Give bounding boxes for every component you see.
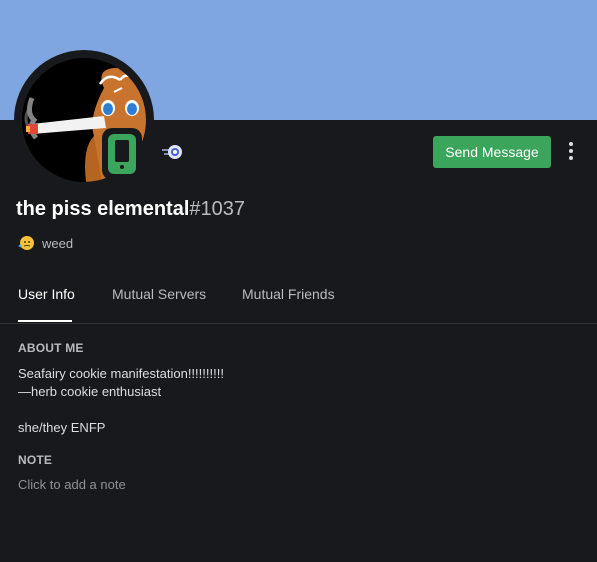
about-me-text: Seafairy cookie manifestation!!!!!!!!!! … bbox=[18, 366, 224, 435]
more-vertical-icon[interactable] bbox=[560, 140, 582, 164]
profile-tabs: User Info Mutual Servers Mutual Friends bbox=[0, 272, 597, 324]
profile-name: the piss elemental#1037 bbox=[16, 197, 245, 221]
note-heading: NOTE bbox=[18, 453, 53, 467]
hypesquad-badge-icon[interactable] bbox=[160, 142, 184, 162]
thinking-sweat-emoji-icon bbox=[18, 236, 34, 250]
active-tab-indicator bbox=[18, 320, 72, 322]
custom-status: weed bbox=[16, 234, 73, 252]
custom-status-text: weed bbox=[42, 235, 74, 251]
send-message-button[interactable]: Send Message bbox=[433, 136, 551, 168]
discriminator: #1037 bbox=[189, 198, 246, 220]
username: the piss elemental bbox=[16, 198, 190, 220]
tab-mutual-servers[interactable]: Mutual Servers bbox=[112, 286, 206, 302]
tab-mutual-friends[interactable]: Mutual Friends bbox=[242, 286, 335, 302]
tab-user-info[interactable]: User Info bbox=[18, 286, 75, 302]
note-input[interactable]: Click to add a note bbox=[18, 477, 126, 492]
about-me-heading: ABOUT ME bbox=[18, 341, 84, 355]
mobile-status-icon bbox=[102, 128, 142, 180]
